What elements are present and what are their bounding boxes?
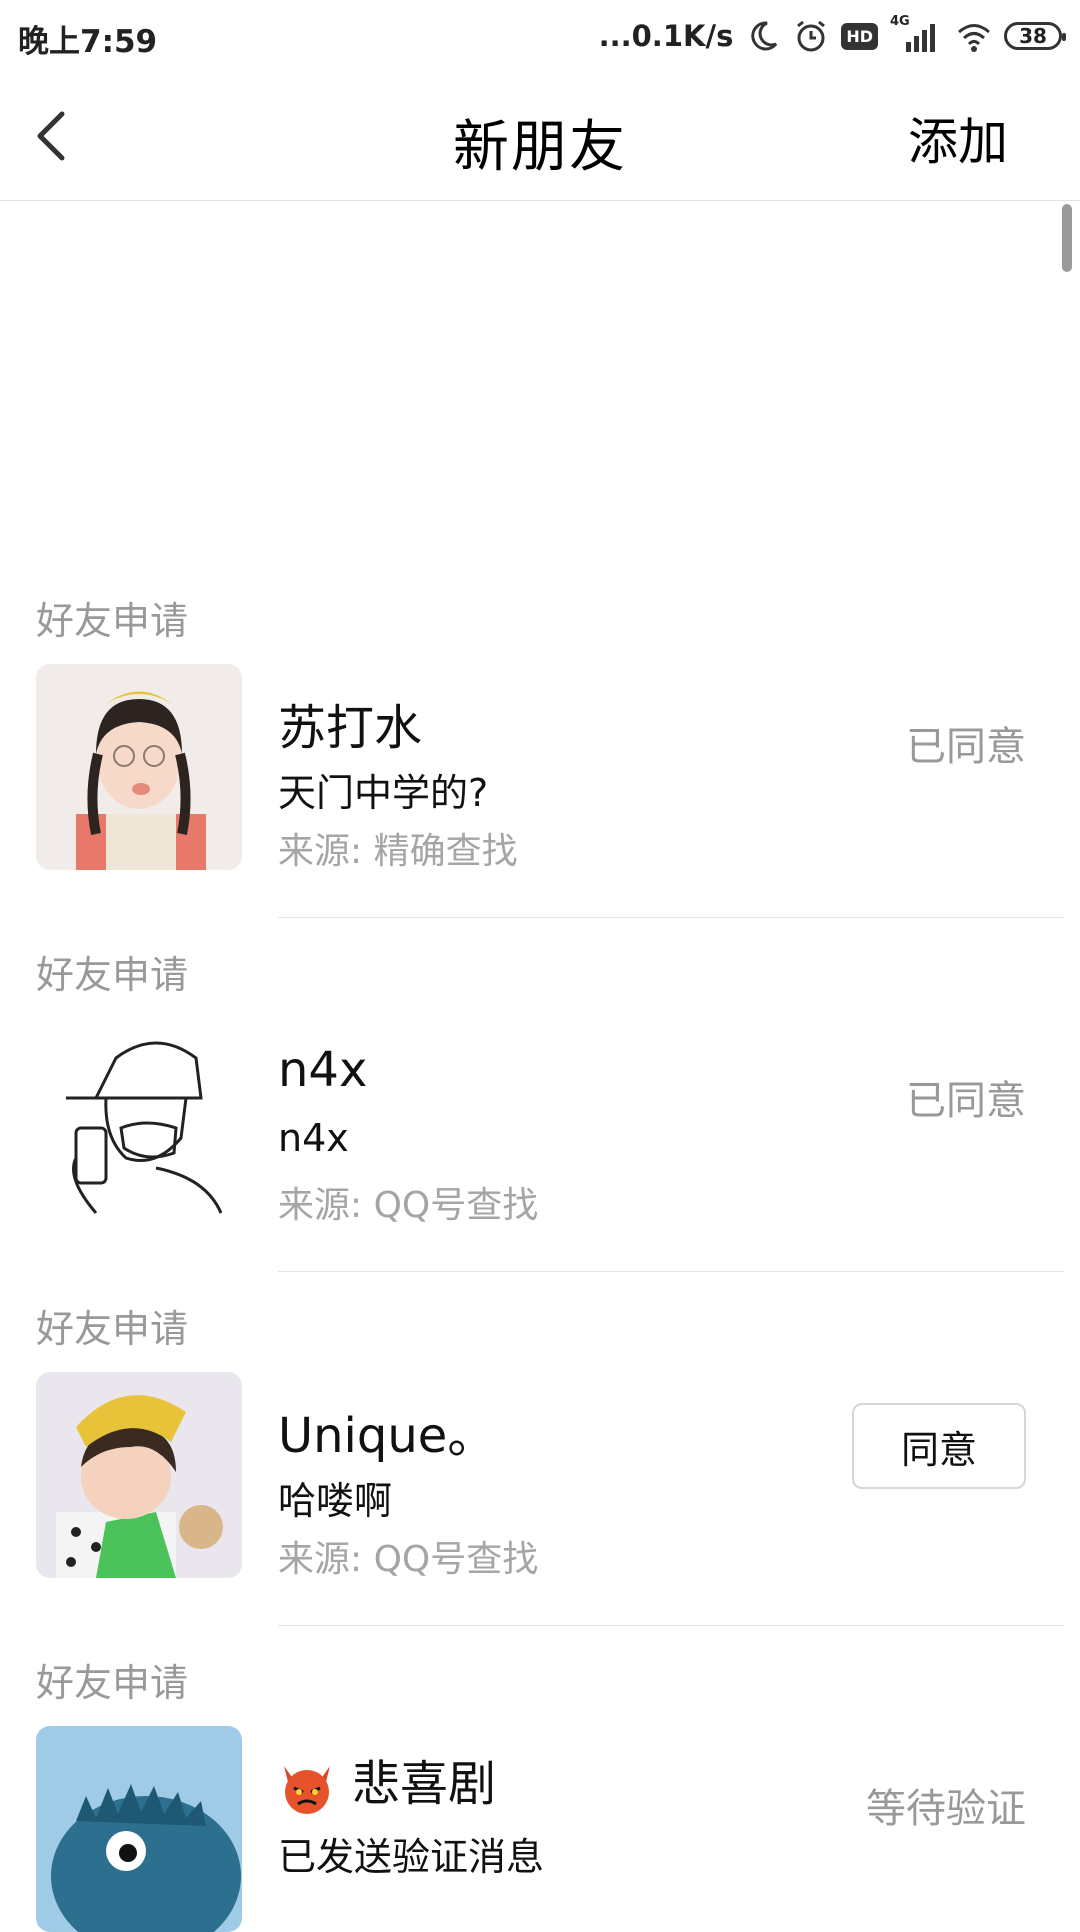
request-name: Unique。 xyxy=(278,1408,496,1464)
request-source: 来源: 精确查找 xyxy=(278,831,518,872)
request-name: 悲喜剧 xyxy=(278,1744,496,1816)
status-label: 已同意 xyxy=(906,1078,1026,1124)
status-icons: ...0.1K/s HD 4G 38 xyxy=(598,14,1066,58)
request-source: 来源: QQ号查找 xyxy=(278,1539,539,1580)
divider xyxy=(278,1625,1064,1626)
avatar[interactable] xyxy=(36,1018,242,1224)
wifi-icon xyxy=(956,18,992,54)
avatar[interactable] xyxy=(36,1372,242,1578)
request-name-text: 悲喜剧 xyxy=(352,1756,497,1812)
battery-icon: 38 xyxy=(1004,22,1066,50)
battery-level: 38 xyxy=(1019,24,1047,48)
alarm-icon xyxy=(793,18,829,54)
signal-icon: 4G xyxy=(890,14,944,54)
status-bar: 晚上7:59 ...0.1K/s HD 4G 38 xyxy=(0,0,1080,72)
hd-badge: HD xyxy=(841,22,878,50)
divider xyxy=(278,917,1064,918)
add-button[interactable]: 添加 xyxy=(908,102,1008,174)
scrollbar[interactable] xyxy=(1062,204,1072,272)
request-name: 苏打水 xyxy=(278,700,423,756)
request-name: n4x xyxy=(278,1042,368,1098)
request-message: n4x xyxy=(278,1116,349,1160)
request-message: 天门中学的? xyxy=(278,771,489,815)
network-speed: ...0.1K/s xyxy=(598,19,734,53)
devil-emoji-icon xyxy=(278,1758,336,1816)
nav-bar: 新朋友 添加 xyxy=(0,72,1080,201)
divider xyxy=(278,1271,1064,1272)
status-time: 晚上7:59 xyxy=(18,24,158,60)
avatar[interactable] xyxy=(36,664,242,870)
section-label: 好友申请 xyxy=(36,599,189,643)
request-message: 哈喽啊 xyxy=(278,1479,393,1523)
agree-button[interactable]: 同意 xyxy=(852,1403,1026,1489)
section-label: 好友申请 xyxy=(36,1661,189,1705)
status-label: 等待验证 xyxy=(866,1786,1026,1832)
avatar[interactable] xyxy=(36,1726,242,1932)
request-source: 来源: QQ号查找 xyxy=(278,1185,539,1226)
status-label: 已同意 xyxy=(906,724,1026,770)
section-label: 好友申请 xyxy=(36,1307,189,1351)
section-label: 好友申请 xyxy=(36,953,189,997)
request-message: 已发送验证消息 xyxy=(278,1835,545,1879)
moon-icon xyxy=(745,18,781,54)
network-type: 4G xyxy=(890,14,910,29)
